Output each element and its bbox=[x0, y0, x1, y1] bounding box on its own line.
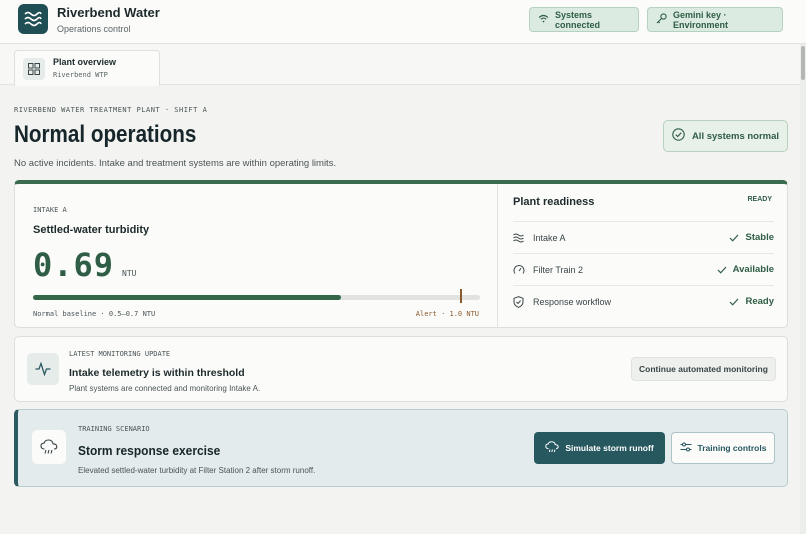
gauge-icon bbox=[513, 264, 527, 276]
turbidity-metric-panel: INTAKE A Settled-water turbidity 0.69 NT… bbox=[15, 184, 498, 328]
readiness-row-label: Response workflow bbox=[533, 296, 612, 307]
training-scenario-card: TRAINING SCENARIO Storm response exercis… bbox=[14, 409, 788, 487]
training-controls-button[interactable]: Training controls bbox=[671, 432, 775, 464]
training-title: Storm response exercise bbox=[78, 443, 221, 458]
readiness-value-text: Available bbox=[732, 264, 774, 275]
readiness-row-value: Stable bbox=[729, 232, 774, 243]
readiness-row-label: Filter Train 2 bbox=[533, 264, 584, 275]
tab-strip: Plant overview Riverbend WTP bbox=[0, 45, 800, 86]
baseline-label: Normal baseline · 0.5–0.7 NTU bbox=[33, 310, 156, 318]
key-icon bbox=[656, 13, 667, 26]
top-bar: Riverbend Water Operations control Syste… bbox=[0, 0, 806, 44]
shield-check-icon bbox=[513, 295, 527, 308]
waves-icon bbox=[513, 233, 527, 243]
page-eyebrow: RIVERBEND WATER TREATMENT PLANT · SHIFT … bbox=[14, 106, 208, 114]
all-systems-normal-badge: All systems normal bbox=[663, 120, 788, 152]
systems-connected-button[interactable]: Systems connected bbox=[529, 7, 639, 32]
simulate-storm-label: Simulate storm runoff bbox=[565, 443, 654, 453]
check-icon bbox=[730, 298, 739, 306]
update-eyebrow: LATEST MONITORING UPDATE bbox=[69, 350, 171, 358]
metric-source: INTAKE A bbox=[33, 206, 67, 214]
update-title: Intake telemetry is within threshold bbox=[69, 367, 245, 379]
activity-pulse-icon bbox=[27, 353, 59, 385]
readiness-row-filter-train: Filter Train 2 Available bbox=[513, 253, 774, 285]
readiness-title: Plant readiness bbox=[513, 196, 595, 208]
update-description: Plant systems are connected and monitori… bbox=[69, 384, 261, 393]
continue-monitoring-button[interactable]: Continue automated monitoring bbox=[631, 357, 776, 381]
readiness-row-label: Intake A bbox=[533, 232, 566, 243]
simulate-storm-runoff-button[interactable]: Simulate storm runoff bbox=[534, 432, 665, 464]
turbidity-progress-fill bbox=[33, 295, 342, 300]
turbidity-unit: NTU bbox=[122, 269, 137, 278]
scrollbar-thumb[interactable] bbox=[801, 46, 805, 80]
tab-title: Plant overview bbox=[53, 57, 117, 67]
check-circle-icon bbox=[672, 128, 685, 144]
status-badge-label: All systems normal bbox=[691, 130, 780, 142]
turbidity-progress-track bbox=[33, 295, 480, 300]
alert-threshold-label: Alert · 1.0 NTU bbox=[415, 310, 479, 318]
page-description: No active incidents. Intake and treatmen… bbox=[14, 158, 337, 169]
tab-subtitle: Riverbend WTP bbox=[53, 71, 108, 79]
readiness-row-intake: Intake A Stable bbox=[513, 221, 774, 253]
tab-plant-overview[interactable]: Plant overview Riverbend WTP bbox=[14, 50, 160, 86]
monitoring-update-card: LATEST MONITORING UPDATE Intake telemetr… bbox=[14, 336, 788, 402]
grid-icon bbox=[23, 58, 45, 80]
training-controls-label: Training controls bbox=[697, 443, 767, 453]
check-icon bbox=[730, 234, 739, 242]
wifi-icon bbox=[538, 14, 549, 25]
readiness-row-value: Ready bbox=[729, 296, 774, 307]
gemini-key-label: Gemini key · Environment bbox=[673, 9, 729, 30]
app-subtitle: Operations control bbox=[57, 24, 131, 34]
turbidity-readiness-card: INTAKE A Settled-water turbidity 0.69 NT… bbox=[14, 180, 788, 328]
systems-connected-label: Systems connected bbox=[555, 9, 601, 30]
app-name: Riverbend Water bbox=[57, 5, 160, 20]
storm-cloud-icon bbox=[32, 430, 66, 464]
turbidity-value: 0.69 bbox=[33, 246, 115, 284]
page-scrollbar[interactable] bbox=[800, 44, 806, 534]
water-logo-icon bbox=[18, 4, 48, 34]
check-icon bbox=[717, 266, 727, 274]
readiness-value-text: Ready bbox=[745, 296, 774, 307]
plant-readiness-panel: Plant readiness READY Intake A Stable Fi… bbox=[499, 184, 787, 328]
metric-title: Settled-water turbidity bbox=[33, 224, 150, 236]
training-eyebrow: TRAINING SCENARIO bbox=[78, 425, 150, 433]
readiness-value-text: Stable bbox=[745, 232, 774, 243]
training-description: Elevated settled-water turbidity at Filt… bbox=[78, 466, 316, 475]
alert-threshold-marker bbox=[460, 289, 462, 303]
readiness-row-value: Available bbox=[717, 264, 774, 275]
readiness-row-response: Response workflow Ready bbox=[513, 285, 774, 317]
gemini-key-button[interactable]: Gemini key · Environment bbox=[647, 7, 783, 32]
rain-cloud-icon bbox=[545, 441, 560, 455]
readiness-status: READY bbox=[747, 196, 772, 203]
sliders-icon bbox=[680, 442, 692, 454]
page-title: Normal operations bbox=[14, 121, 197, 148]
